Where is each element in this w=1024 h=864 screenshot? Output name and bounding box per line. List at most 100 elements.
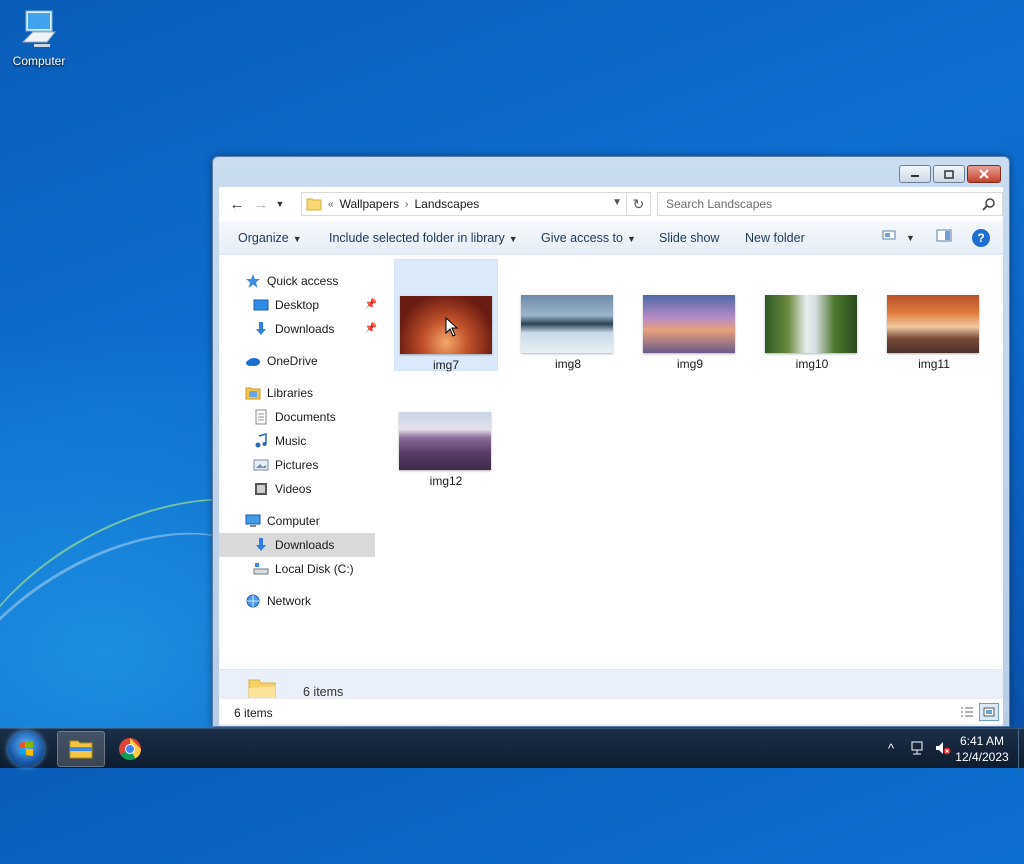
desktop-icon-computer[interactable]: Computer (8, 8, 70, 68)
large-icons-view-icon (983, 707, 995, 717)
status-item-count: 6 items (234, 706, 273, 720)
slide-show-button[interactable]: Slide show (659, 231, 719, 245)
nav-onedrive[interactable]: OneDrive (219, 349, 379, 373)
nav-desktop[interactable]: Desktop 📌 (219, 293, 379, 317)
file-item-img7[interactable]: img7 (394, 259, 498, 372)
search-placeholder: Search Landscapes (666, 197, 773, 211)
forward-arrow-icon: → (253, 195, 269, 213)
nav-computer-downloads-label: Downloads (275, 538, 335, 552)
nav-local-disk[interactable]: Local Disk (C:) (219, 557, 379, 581)
explorer-window: ← → ▼ « Wallpapers › Landscapes ▼ ↻ Sear… (212, 156, 1010, 727)
pin-icon: 📌 (364, 299, 377, 310)
file-list: img7 img8 img9 img10 img11 img12 (379, 255, 1003, 669)
libraries-icon (245, 385, 261, 401)
nav-downloads-label: Downloads (275, 322, 335, 336)
view-icon (882, 230, 896, 240)
maximize-button[interactable] (933, 165, 965, 183)
details-item-count: 6 items (303, 685, 344, 699)
clock[interactable]: 6:41 AM 12/4/2023 (950, 733, 1014, 765)
command-bar: Organize ▼ Include selected folder in lib… (219, 221, 1003, 255)
nav-downloads[interactable]: Downloads 📌 (219, 317, 379, 341)
refresh-button[interactable]: ↻ (626, 193, 650, 215)
address-dropdown-icon[interactable]: ▼ (612, 197, 622, 208)
breadcrumb-wallpapers[interactable]: Wallpapers (340, 197, 400, 211)
chevron-down-icon: ▼ (508, 234, 518, 244)
desktop-icon-label: Computer (12, 54, 66, 68)
cloud-icon (245, 353, 261, 369)
start-button[interactable] (8, 731, 44, 767)
file-item-img8[interactable]: img8 (516, 259, 620, 371)
network-tray-icon[interactable] (910, 740, 928, 759)
organize-label: Organize (238, 231, 289, 245)
file-item-img9[interactable]: img9 (638, 259, 742, 371)
file-name: img10 (795, 357, 829, 371)
thumbnail-image (887, 295, 979, 353)
file-item-img10[interactable]: img10 (760, 259, 864, 371)
nav-pictures[interactable]: Pictures (219, 453, 379, 477)
nav-computer-downloads[interactable]: Downloads (219, 533, 375, 557)
pin-icon: 📌 (364, 323, 377, 334)
nav-music[interactable]: Music (219, 429, 379, 453)
search-box[interactable]: Search Landscapes (657, 192, 1003, 216)
nav-documents[interactable]: Documents (219, 405, 379, 429)
change-view-button[interactable]: ▼ (882, 229, 915, 244)
give-access-button[interactable]: Give access to ▼ (541, 231, 636, 245)
nav-network[interactable]: Network (219, 589, 379, 613)
back-arrow-icon: ← (229, 195, 245, 213)
close-button[interactable] (967, 165, 1001, 183)
nav-videos[interactable]: Videos (219, 477, 379, 501)
folder-icon (306, 198, 322, 211)
thumbnail-image (643, 295, 735, 353)
search-icon (982, 198, 995, 211)
large-icons-view-button[interactable] (979, 703, 999, 721)
file-item-img11[interactable]: img11 (882, 259, 986, 371)
address-overflow[interactable]: « (328, 199, 334, 210)
download-icon (253, 321, 269, 337)
file-name: img8 (554, 357, 581, 371)
mouse-cursor-icon (445, 317, 459, 337)
nav-libraries-label: Libraries (267, 386, 314, 400)
folder-icon (69, 740, 93, 759)
chrome-icon (119, 738, 141, 760)
drive-icon (253, 561, 269, 577)
thumbnail-image (399, 412, 491, 470)
navigation-bar: ← → ▼ « Wallpapers › Landscapes ▼ ↻ Sear… (219, 187, 1003, 221)
new-folder-button[interactable]: New folder (745, 231, 805, 245)
address-bar[interactable]: « Wallpapers › Landscapes ▼ ↻ (301, 192, 651, 216)
maximize-icon (944, 169, 954, 179)
minimize-button[interactable] (899, 165, 931, 183)
refresh-icon: ↻ (632, 195, 645, 212)
include-in-library-button[interactable]: Include selected folder in library ▼ (329, 231, 518, 245)
recent-locations-button[interactable]: ▼ (273, 193, 287, 215)
chevron-down-icon: ▼ (275, 199, 285, 209)
taskbar-file-explorer[interactable] (57, 731, 105, 767)
taskbar: ^ 6:41 AM 12/4/2023 (0, 728, 1024, 769)
music-icon (253, 433, 269, 449)
video-icon (253, 481, 269, 497)
nav-documents-label: Documents (275, 410, 336, 424)
show-hidden-icons-button[interactable]: ^ (888, 741, 894, 756)
details-view-button[interactable] (957, 703, 977, 721)
windows-logo-icon (19, 741, 33, 756)
nav-libraries[interactable]: Libraries (219, 381, 379, 405)
back-button[interactable]: ← (225, 193, 249, 215)
title-bar[interactable] (213, 157, 1009, 187)
file-name: img12 (429, 474, 463, 488)
nav-quick-access[interactable]: Quick access (219, 269, 379, 293)
forward-button[interactable]: → (249, 193, 273, 215)
help-button[interactable]: ? (972, 229, 990, 247)
nav-network-label: Network (267, 594, 312, 608)
preview-pane-icon (936, 229, 952, 242)
breadcrumb-landscapes[interactable]: Landscapes (414, 197, 479, 211)
give-access-label: Give access to (541, 231, 623, 245)
nav-desktop-label: Desktop (275, 298, 320, 312)
star-icon (245, 273, 261, 289)
show-desktop-button[interactable] (1018, 729, 1024, 769)
organize-button[interactable]: Organize ▼ (238, 231, 302, 245)
preview-pane-button[interactable] (936, 229, 952, 245)
nav-computer[interactable]: Computer (219, 509, 379, 533)
file-item-img12[interactable]: img12 (394, 376, 498, 488)
status-bar: 6 items (219, 698, 1003, 724)
thumbnail-image (765, 295, 857, 353)
taskbar-chrome[interactable] (106, 731, 154, 767)
